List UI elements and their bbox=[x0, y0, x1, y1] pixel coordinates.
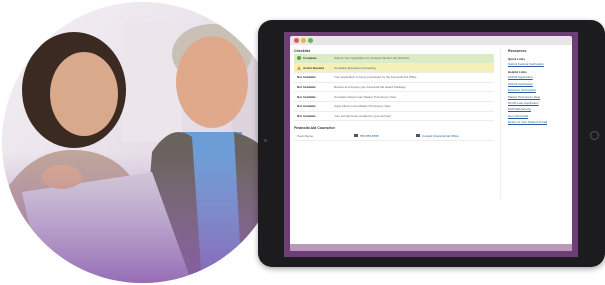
checklist-task-text: Submit Your Application for Federal Stud… bbox=[334, 56, 410, 61]
checklist-task-text: Apply Direct Loan Master Promissory Note bbox=[334, 104, 391, 109]
maximize-window-icon[interactable] bbox=[308, 38, 313, 43]
phone-link[interactable]: 555-555-5555 bbox=[354, 134, 416, 138]
tablet-screen: Checklist Complete Submit Your Applicatio… bbox=[284, 32, 578, 257]
warning-icon bbox=[297, 65, 301, 70]
check-icon bbox=[297, 56, 301, 61]
status-badge: Not Available bbox=[294, 95, 330, 99]
close-window-icon[interactable] bbox=[294, 38, 299, 43]
helpful-links-list: FAFSA Application FAFSA Verification Entra… bbox=[508, 74, 568, 125]
resources-title: Resources bbox=[508, 49, 527, 53]
resources-section: Resources Quick Links Submit Federal Ver… bbox=[508, 49, 568, 126]
resource-link[interactable]: Return to Your Student Portal bbox=[508, 119, 568, 125]
checklist-row[interactable]: Action Needed Complete Entrance Counselin… bbox=[294, 63, 494, 74]
quick-links-list: Submit Federal Verification bbox=[508, 61, 568, 67]
checklist-row: Not Available Your aid has been credited … bbox=[294, 112, 494, 122]
checklist-task-link[interactable]: Complete Entrance Counseling bbox=[330, 66, 494, 70]
checklist-row: Complete Submit Your Application for Fede… bbox=[294, 54, 494, 64]
checklist-task-text: Your application is being processed by t… bbox=[334, 75, 417, 80]
hero-photo bbox=[2, 2, 283, 283]
status-badge: Not Available bbox=[294, 85, 330, 89]
people-using-laptop-illustration bbox=[2, 2, 283, 283]
checklist-row: Not Available Complete Direct Loan Master… bbox=[294, 92, 494, 102]
status-badge: Action Needed bbox=[294, 65, 330, 70]
status-label: Complete bbox=[303, 56, 317, 61]
checklist-task-text: Review and Accept your Financial Aid Awa… bbox=[334, 85, 406, 90]
checklist-task-text: Your aid has been credited to your accou… bbox=[334, 113, 391, 118]
status-label: Not Available bbox=[297, 85, 316, 90]
checklist-row: Not Available Apply Direct Loan Master Pr… bbox=[294, 102, 494, 112]
minimize-window-icon[interactable] bbox=[301, 38, 306, 43]
status-label: Not Available bbox=[297, 104, 316, 109]
status-badge: Not Available bbox=[294, 114, 330, 118]
checklist-section: Checklist Complete Submit Your Applicatio… bbox=[294, 49, 494, 142]
portal-footer bbox=[290, 244, 572, 251]
contact-office-link[interactable]: Contact Financial Aid Office bbox=[416, 134, 459, 138]
status-badge: Complete bbox=[294, 56, 330, 61]
status-label: Not Available bbox=[297, 75, 316, 80]
tablet-device: Checklist Complete Submit Your Applicatio… bbox=[258, 20, 605, 267]
camera-icon bbox=[264, 139, 267, 142]
team-name-label: Team Name bbox=[297, 133, 314, 138]
checklist-rows: Complete Submit Your Application for Fede… bbox=[294, 54, 494, 122]
phone-number: 555-555-5555 bbox=[360, 133, 379, 138]
phone-icon bbox=[354, 134, 358, 138]
counselor-row: Team Name 555-555-5555 Contact Financial… bbox=[294, 131, 494, 142]
resource-link[interactable]: Submit Federal Verification bbox=[508, 61, 568, 67]
status-label: Action Needed bbox=[303, 65, 325, 70]
status-badge: Not Available bbox=[294, 104, 330, 108]
contact-office-label: Contact Financial Aid Office bbox=[422, 133, 459, 138]
home-button bbox=[590, 131, 599, 140]
financial-aid-section: Financial Aid Counselor Team Name 555-55… bbox=[294, 126, 494, 142]
status-label: Not Available bbox=[297, 113, 316, 118]
column-divider bbox=[500, 49, 501, 199]
checklist-row: Not Available Your application is being p… bbox=[294, 73, 494, 83]
status-badge: Not Available bbox=[294, 75, 330, 79]
mail-icon bbox=[416, 134, 420, 138]
checklist-row: Not Available Review and Accept your Fina… bbox=[294, 83, 494, 93]
portal-content: Checklist Complete Submit Your Applicatio… bbox=[290, 45, 572, 244]
checklist-task-text: Complete Direct Loan Master Promissory N… bbox=[334, 94, 397, 99]
window-titlebar bbox=[290, 36, 572, 45]
status-label: Not Available bbox=[297, 94, 316, 99]
